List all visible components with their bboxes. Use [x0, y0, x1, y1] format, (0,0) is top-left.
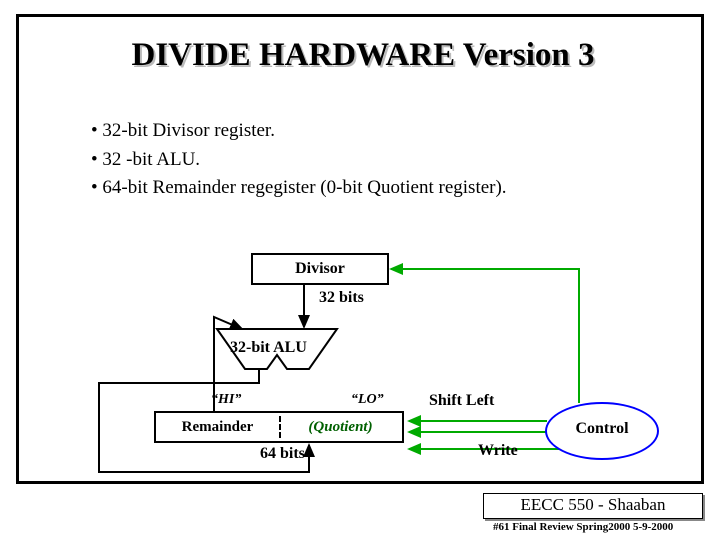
write-label: Write: [478, 442, 518, 460]
bullet-1: 32-bit Divisor register.: [91, 117, 507, 146]
bullet-2: 32 -bit ALU.: [91, 146, 507, 175]
footer-course: EECC 550 - Shaaban: [483, 493, 703, 519]
bits64-label: 64 bits: [260, 445, 305, 463]
divisor-box: Divisor: [251, 253, 389, 285]
footer-slide-info: #61 Final Review Spring2000 5-9-2000: [493, 521, 673, 533]
remainder-box: Remainder (Quotient): [154, 411, 404, 443]
lo-label: “LO”: [351, 392, 384, 408]
shift-label: Shift Left: [429, 392, 494, 410]
bullet-list: 32-bit Divisor register. 32 -bit ALU. 64…: [91, 117, 507, 203]
slide-title: DIVIDE HARDWARE Version 3: [19, 37, 707, 74]
divisor-bits: 32 bits: [319, 289, 364, 307]
hi-label: “HI”: [211, 392, 241, 408]
control-box: Control: [545, 402, 659, 460]
remainder-text: Remainder: [156, 413, 279, 441]
alu-label: 32-bit ALU: [230, 339, 307, 357]
diagram: Divisor 32 bits 32-bit ALU “HI” “LO” Rem…: [19, 217, 707, 477]
quotient-text: (Quotient): [279, 413, 402, 441]
bullet-3: 64-bit Remainder regegister (0-bit Quoti…: [91, 174, 507, 203]
